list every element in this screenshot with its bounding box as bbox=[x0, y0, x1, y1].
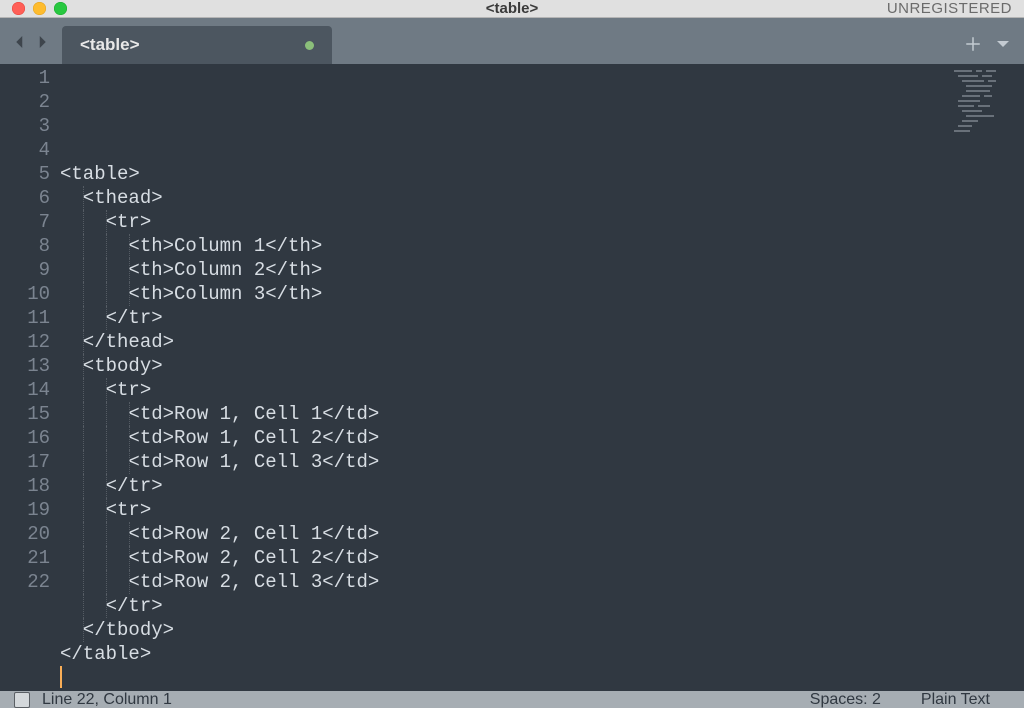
panel-switcher-icon[interactable] bbox=[14, 692, 30, 708]
code-line: <th>Column 3</th> bbox=[60, 282, 1024, 306]
line-number: 14 bbox=[0, 378, 50, 402]
code-line: </thead> bbox=[60, 330, 1024, 354]
code-line: <table> bbox=[60, 162, 1024, 186]
line-number: 8 bbox=[0, 234, 50, 258]
line-number: 12 bbox=[0, 330, 50, 354]
tab-menu-icon[interactable] bbox=[994, 35, 1012, 53]
line-number-gutter: 12345678910111213141516171819202122 bbox=[0, 64, 60, 691]
window-traffic-lights bbox=[12, 2, 67, 15]
code-line: <td>Row 2, Cell 1</td> bbox=[60, 522, 1024, 546]
file-tab[interactable]: <table> bbox=[62, 26, 332, 64]
line-number: 15 bbox=[0, 402, 50, 426]
window-titlebar: <table> UNREGISTERED bbox=[0, 0, 1024, 18]
code-line: <td>Row 1, Cell 2</td> bbox=[60, 426, 1024, 450]
line-number: 18 bbox=[0, 474, 50, 498]
tab-bar-actions bbox=[964, 18, 1024, 64]
line-number: 6 bbox=[0, 186, 50, 210]
status-bar: Line 22, Column 1 Spaces: 2 Plain Text bbox=[0, 691, 1024, 708]
zoom-window-button[interactable] bbox=[54, 2, 67, 15]
code-line: <tr> bbox=[60, 378, 1024, 402]
code-line: </table> bbox=[60, 642, 1024, 666]
line-number: 22 bbox=[0, 570, 50, 594]
code-line bbox=[60, 666, 1024, 691]
line-number: 20 bbox=[0, 522, 50, 546]
syntax-setting[interactable]: Plain Text bbox=[901, 691, 1010, 708]
line-number: 2 bbox=[0, 90, 50, 114]
line-number: 5 bbox=[0, 162, 50, 186]
line-number: 17 bbox=[0, 450, 50, 474]
line-number: 19 bbox=[0, 498, 50, 522]
close-window-button[interactable] bbox=[12, 2, 25, 15]
code-line: <td>Row 1, Cell 3</td> bbox=[60, 450, 1024, 474]
window-title: <table> bbox=[0, 0, 1024, 17]
minimap[interactable] bbox=[952, 68, 1016, 138]
cursor-position[interactable]: Line 22, Column 1 bbox=[42, 691, 192, 708]
tab-bar: <table> bbox=[0, 18, 1024, 64]
code-line: </tr> bbox=[60, 594, 1024, 618]
code-line: </tr> bbox=[60, 306, 1024, 330]
line-number: 16 bbox=[0, 426, 50, 450]
text-cursor bbox=[60, 666, 62, 688]
forward-icon[interactable] bbox=[33, 33, 51, 56]
code-area[interactable]: <table> <thead> <tr> <th>Column 1</th> <… bbox=[60, 64, 1024, 691]
line-number: 4 bbox=[0, 138, 50, 162]
line-number: 13 bbox=[0, 354, 50, 378]
code-line: </tbody> bbox=[60, 618, 1024, 642]
file-tab-title: <table> bbox=[80, 35, 291, 55]
code-line: <td>Row 2, Cell 3</td> bbox=[60, 570, 1024, 594]
new-tab-button[interactable] bbox=[964, 35, 982, 53]
code-line: <tr> bbox=[60, 210, 1024, 234]
code-line: <tr> bbox=[60, 498, 1024, 522]
line-number: 1 bbox=[0, 66, 50, 90]
line-number: 3 bbox=[0, 114, 50, 138]
line-number: 11 bbox=[0, 306, 50, 330]
code-line: <th>Column 1</th> bbox=[60, 234, 1024, 258]
registration-status: UNREGISTERED bbox=[887, 0, 1012, 17]
back-icon[interactable] bbox=[11, 33, 29, 56]
line-number: 9 bbox=[0, 258, 50, 282]
line-number: 7 bbox=[0, 210, 50, 234]
code-line: <td>Row 2, Cell 2</td> bbox=[60, 546, 1024, 570]
code-line: <th>Column 2</th> bbox=[60, 258, 1024, 282]
code-line: <tbody> bbox=[60, 354, 1024, 378]
history-nav bbox=[0, 18, 62, 64]
line-number: 21 bbox=[0, 546, 50, 570]
minimize-window-button[interactable] bbox=[33, 2, 46, 15]
code-editor[interactable]: 12345678910111213141516171819202122 <tab… bbox=[0, 64, 1024, 691]
code-line: </tr> bbox=[60, 474, 1024, 498]
unsaved-indicator-icon bbox=[305, 41, 314, 50]
code-line: <td>Row 1, Cell 1</td> bbox=[60, 402, 1024, 426]
line-number: 10 bbox=[0, 282, 50, 306]
code-line: <thead> bbox=[60, 186, 1024, 210]
indentation-setting[interactable]: Spaces: 2 bbox=[790, 691, 901, 708]
